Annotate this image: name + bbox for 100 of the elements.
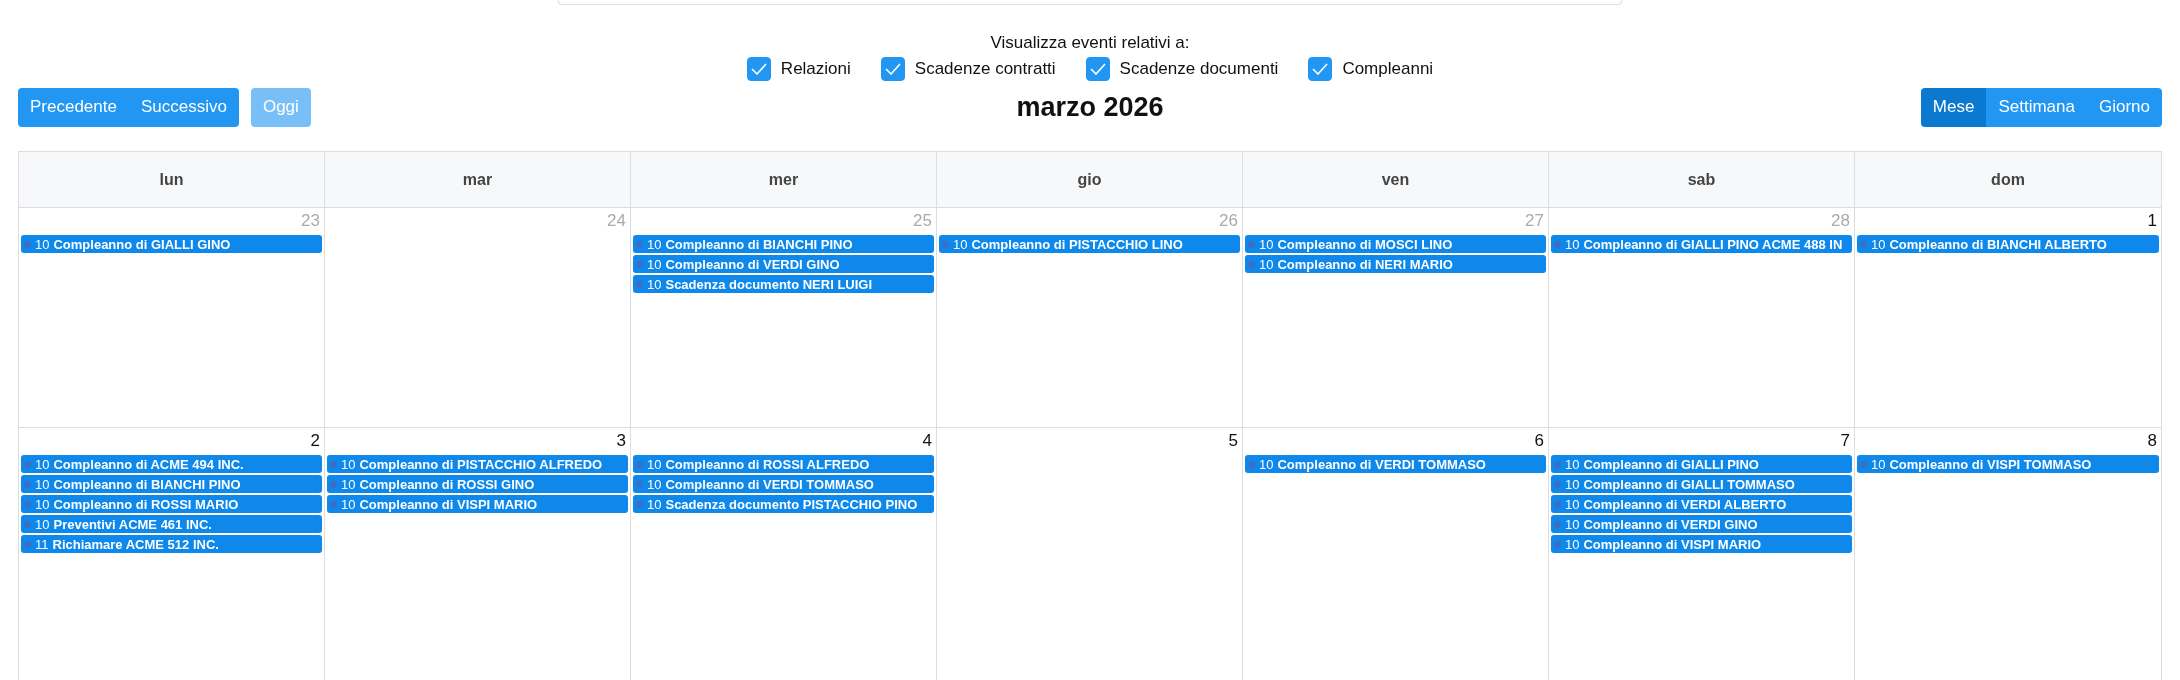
event-time: 10 [1565,516,1580,532]
check-icon [1089,63,1106,75]
event-title: Scadenza documento NERI LUIGI [665,276,873,292]
checkbox[interactable] [1085,57,1110,81]
calendar-event[interactable]: 10 Compleanno di GIALLI TOMMASO [1551,475,1852,493]
calendar-event[interactable]: 10 Compleanno di ROSSI GINO [327,475,628,493]
checkbox-label[interactable]: Relazioni [780,59,851,79]
weekday-header: sab [1549,152,1855,208]
day-number: 8 [2146,430,2158,452]
calendar-event[interactable]: 10 Compleanno di BIANCHI PINO [21,475,322,493]
weekday-header: lun [19,152,325,208]
dot-icon [1248,460,1255,468]
day-number: 4 [921,430,933,452]
calendar-event[interactable]: 10 Scadenza documento PISTACCHIO PINO [633,495,934,513]
event-time: 10 [647,456,662,472]
dot-icon [636,260,643,268]
calendar-event[interactable]: 10 Compleanno di VERDI GINO [633,255,934,273]
calendar-event[interactable]: 10 Compleanno di GIALLI PINO ACME 488 IN [1551,235,1852,253]
next-button[interactable]: Successivo [128,87,239,127]
calendar-event[interactable]: 10 Compleanno di VERDI TOMMASO [1245,455,1546,473]
calendar-event[interactable]: 10 Compleanno di VERDI TOMMASO [633,475,934,493]
dot-icon [24,520,31,528]
event-time: 10 [1871,236,1886,252]
checkbox[interactable] [746,57,771,81]
event-time: 10 [647,476,662,492]
day-number: 7 [1839,430,1851,452]
calendar-event[interactable]: 11 Richiamare ACME 512 INC. [21,535,322,553]
dot-icon [636,480,643,488]
checkbox[interactable] [880,57,905,81]
event-time: 10 [647,236,662,252]
calendar-event[interactable]: 10 Compleanno di BIANCHI PINO [633,235,934,253]
day-number: 6 [1533,430,1545,452]
event-title: Compleanno di GIALLI PINO [1583,456,1759,472]
calendar-event[interactable]: 10 Compleanno di VERDI GINO [1551,515,1852,533]
view-tab[interactable]: Settimana [1986,87,2087,127]
event-time: 10 [1565,496,1580,512]
day-number: 25 [912,210,933,232]
calendar-event[interactable]: 10 Compleanno di PISTACCHIO ALFREDO [327,455,628,473]
event-time: 10 [1565,536,1580,552]
event-title: Compleanno di NERI MARIO [1277,256,1453,272]
event-time: 10 [341,496,356,512]
event-title: Scadenza documento PISTACCHIO PINO [665,496,918,512]
calendar-event[interactable]: 10 Compleanno di VISPI TOMMASO [1857,455,2159,473]
calendar-event[interactable]: 10 Compleanno di GIALLI GINO [21,235,322,253]
day-number: 3 [615,430,627,452]
calendar-event[interactable]: 10 Compleanno di VERDI ALBERTO [1551,495,1852,513]
calendar-event[interactable]: 10 Scadenza documento NERI LUIGI [633,275,934,293]
dot-icon [636,240,643,248]
event-time: 10 [35,236,50,252]
dot-icon [24,240,31,248]
event-time: 10 [35,476,50,492]
day-number: 2 [309,430,321,452]
weekday-header: ven [1243,152,1549,208]
checkbox-label[interactable]: Scadenze contratti [914,59,1056,79]
checkbox-label[interactable]: Scadenze documenti [1119,59,1279,79]
view-tab[interactable]: Giorno [2086,87,2162,127]
filter-label: Visualizza eventi relativi a: [990,33,1190,53]
event-time: 10 [35,496,50,512]
checkbox[interactable] [1308,57,1333,81]
day-number: 27 [1524,210,1545,232]
event-time: 10 [647,256,662,272]
checkbox-label[interactable]: Compleanni [1342,59,1434,79]
event-time: 10 [35,516,50,532]
input-field[interactable] [558,0,1622,5]
day-number: 23 [300,210,321,232]
event-time: 10 [1565,456,1580,472]
event-title: Compleanno di VISPI TOMMASO [1889,456,2092,472]
dot-icon [330,460,337,468]
dot-icon [636,280,643,288]
event-title: Preventivi ACME 461 INC. [53,516,212,532]
calendar-event[interactable]: 10 Preventivi ACME 461 INC. [21,515,322,533]
event-time: 10 [1871,456,1886,472]
event-time: 10 [341,456,356,472]
calendar-event[interactable]: 10 Compleanno di VISPI MARIO [327,495,628,513]
dot-icon [1554,540,1561,548]
event-title: Compleanno di VERDI TOMMASO [1277,456,1486,472]
dot-icon [24,500,31,508]
calendar-event[interactable]: 10 Compleanno di GIALLI PINO [1551,455,1852,473]
event-title: Compleanno di GIALLI TOMMASO [1583,476,1795,492]
event-title: Compleanno di ROSSI ALFREDO [665,456,870,472]
dot-icon [24,540,31,548]
calendar-event[interactable]: 10 Compleanno di VISPI MARIO [1551,535,1852,553]
previous-button[interactable]: Precedente [18,87,129,127]
calendar-event[interactable]: 10 Compleanno di ACME 494 INC. [21,455,322,473]
event-title: Richiamare ACME 512 INC. [52,536,219,552]
calendar-title: marzo 2026 [1016,91,1164,123]
event-time: 10 [1259,456,1274,472]
calendar-event[interactable]: 10 Compleanno di ROSSI ALFREDO [633,455,934,473]
calendar-event[interactable]: 10 Compleanno di NERI MARIO [1245,255,1546,273]
event-title: Compleanno di ACME 494 INC. [53,456,244,472]
calendar-event[interactable]: 10 Compleanno di MOSCI LINO [1245,235,1546,253]
event-title: Compleanno di GIALLI GINO [53,236,231,252]
calendar-event[interactable]: 10 Compleanno di PISTACCHIO LINO [939,235,1240,253]
dot-icon [1554,500,1561,508]
dot-icon [942,240,949,248]
check-icon [1312,63,1329,75]
dot-icon [1554,480,1561,488]
calendar-event[interactable]: 10 Compleanno di ROSSI MARIO [21,495,322,513]
calendar-event[interactable]: 10 Compleanno di BIANCHI ALBERTO [1857,235,2159,253]
view-tab[interactable]: Mese [1920,87,1987,127]
